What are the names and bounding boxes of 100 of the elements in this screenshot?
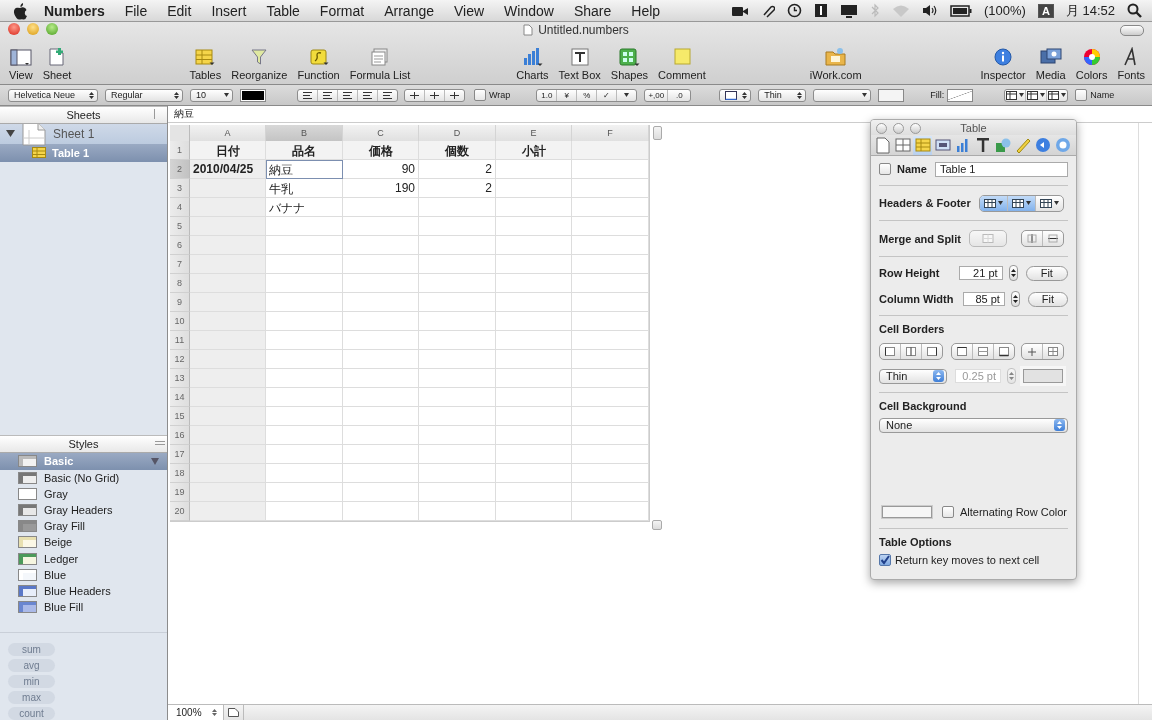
fit-button[interactable]: Fit xyxy=(1027,291,1068,307)
table-cell[interactable] xyxy=(496,274,572,293)
table-cell[interactable] xyxy=(266,331,343,350)
add-column-handle[interactable] xyxy=(653,126,662,140)
table-cell[interactable] xyxy=(572,274,649,293)
table-cell[interactable] xyxy=(496,293,572,312)
table-cell[interactable] xyxy=(343,426,419,445)
table-cell[interactable]: 納豆 xyxy=(266,160,343,179)
table-cell[interactable] xyxy=(496,388,572,407)
table-cell[interactable] xyxy=(343,464,419,483)
close-button[interactable] xyxy=(8,23,20,35)
table-cell[interactable] xyxy=(419,236,496,255)
table-cell[interactable] xyxy=(343,274,419,293)
border-color-well[interactable] xyxy=(878,88,905,102)
toolbar-button[interactable]: View xyxy=(6,47,36,81)
table-cell[interactable] xyxy=(266,255,343,274)
table-cell[interactable] xyxy=(266,483,343,502)
table-cell[interactable] xyxy=(343,255,419,274)
font-style-select[interactable]: Regular xyxy=(105,88,183,102)
style-item[interactable]: Gray Headers xyxy=(0,501,167,519)
table-cell[interactable] xyxy=(572,388,649,407)
table-cell[interactable] xyxy=(572,255,649,274)
checkbox[interactable] xyxy=(879,163,891,175)
table-cell[interactable] xyxy=(343,502,419,521)
border-style-select[interactable]: Thin xyxy=(879,368,947,384)
table-cell[interactable]: 2010/04/25 xyxy=(190,160,266,179)
style-item[interactable]: Ledger xyxy=(0,550,167,567)
row-header[interactable]: 12 xyxy=(170,350,190,369)
merge-cells-button[interactable] xyxy=(969,230,1007,247)
border-color-select[interactable] xyxy=(813,88,872,102)
table-cell[interactable] xyxy=(190,331,266,350)
table-cell[interactable] xyxy=(496,350,572,369)
style-item[interactable]: Basic (No Grid) xyxy=(0,469,167,486)
menu-item[interactable]: Share xyxy=(563,2,622,19)
table-cell[interactable] xyxy=(496,407,572,426)
toolbar-button[interactable]: Shapes xyxy=(607,47,652,81)
toolbar-button[interactable]: Media xyxy=(1032,47,1069,81)
row-header[interactable]: 13 xyxy=(170,369,190,388)
row-header[interactable]: 9 xyxy=(170,293,190,312)
table-cell[interactable] xyxy=(266,407,343,426)
table-cell[interactable] xyxy=(190,483,266,502)
table-cell[interactable] xyxy=(190,312,266,331)
table-cell[interactable] xyxy=(572,445,649,464)
toolbar-button[interactable]: Tables xyxy=(186,47,225,81)
toolbar-button[interactable]: Reorganize xyxy=(228,47,291,81)
table-cell[interactable]: 90 xyxy=(343,160,419,179)
table-cell[interactable] xyxy=(190,293,266,312)
table-cell[interactable] xyxy=(266,312,343,331)
table-cell[interactable] xyxy=(190,445,266,464)
decimal-places-button[interactable]: .0 xyxy=(668,89,691,101)
fill-color-well[interactable] xyxy=(947,88,974,102)
zoom-select[interactable]: 100% xyxy=(168,705,224,720)
table-cell[interactable] xyxy=(190,388,266,407)
menu-item[interactable]: Insert xyxy=(201,2,257,19)
menu-clock[interactable]: 月 14:52 xyxy=(1065,1,1115,20)
toolbar-button[interactable]: Colors xyxy=(1072,47,1111,81)
row-height-field[interactable]: 21 pt xyxy=(958,266,1003,280)
table-cell[interactable] xyxy=(496,179,572,198)
table-cell[interactable] xyxy=(266,350,343,369)
style-item[interactable]: Blue Headers xyxy=(0,582,167,600)
table-cell[interactable]: 190 xyxy=(343,179,419,198)
font-size-field[interactable]: 10 xyxy=(190,88,233,102)
menu-item[interactable]: View xyxy=(444,2,495,19)
menu-item[interactable]: Help xyxy=(621,2,671,19)
table-cell[interactable] xyxy=(266,274,343,293)
table-cell[interactable] xyxy=(190,426,266,445)
toolbar-button[interactable]: Formula List xyxy=(346,47,414,81)
table-cell[interactable] xyxy=(266,293,343,312)
table-cell[interactable] xyxy=(496,160,572,179)
table-cell[interactable] xyxy=(572,217,649,236)
table-cell[interactable] xyxy=(496,369,572,388)
table-cell[interactable] xyxy=(572,179,649,198)
row-header[interactable]: 18 xyxy=(170,464,190,483)
stepper[interactable] xyxy=(1010,291,1020,307)
row-header[interactable]: 2 xyxy=(170,160,190,179)
table-cell[interactable] xyxy=(266,217,343,236)
table-cell[interactable] xyxy=(266,369,343,388)
number-format-button[interactable]: % xyxy=(577,89,598,101)
table-cell[interactable] xyxy=(496,483,572,502)
table-cell[interactable] xyxy=(419,388,496,407)
table-cell[interactable] xyxy=(419,407,496,426)
table-cell[interactable] xyxy=(572,350,649,369)
row-header[interactable]: 11 xyxy=(170,331,190,350)
table-cell[interactable] xyxy=(496,502,572,521)
table-cell[interactable] xyxy=(496,445,572,464)
border-color-well[interactable] xyxy=(1023,369,1063,383)
menu-item[interactable]: Arrange xyxy=(374,2,444,19)
table-cell[interactable] xyxy=(419,350,496,369)
table-cell[interactable] xyxy=(190,198,266,217)
table-cell[interactable] xyxy=(266,388,343,407)
table-cell[interactable] xyxy=(572,141,649,160)
row-header[interactable]: 20 xyxy=(170,502,190,521)
table-cell[interactable] xyxy=(266,464,343,483)
table-cell[interactable]: 品名 xyxy=(266,141,343,160)
table-cell[interactable] xyxy=(572,369,649,388)
table-cell[interactable] xyxy=(343,293,419,312)
table-cell[interactable] xyxy=(419,198,496,217)
checkbox[interactable] xyxy=(474,89,486,101)
table-cell[interactable]: 個数 xyxy=(419,141,496,160)
input-source-indicator[interactable]: A xyxy=(1037,3,1054,18)
